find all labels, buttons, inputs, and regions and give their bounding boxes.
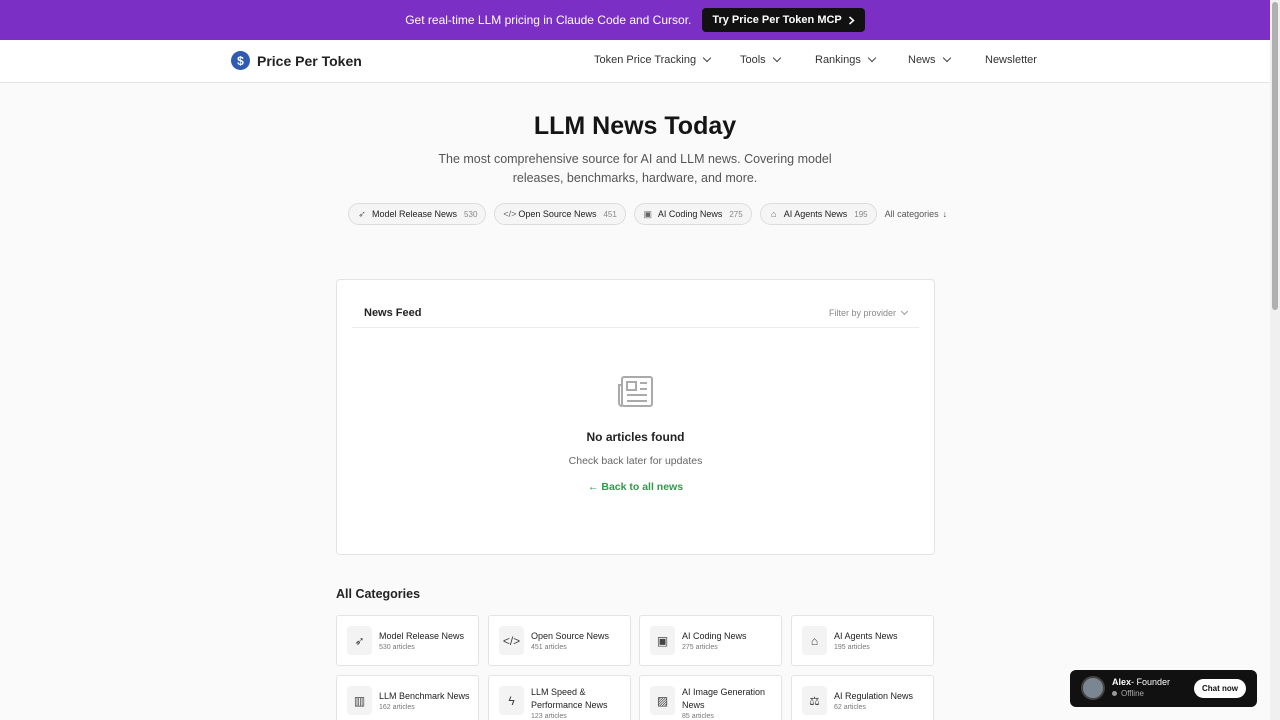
news-feed-header: News Feed Filter by provider <box>352 302 919 328</box>
pill-model-release-news[interactable]: ➶ Model Release News 530 <box>348 203 487 225</box>
all-categories-link[interactable]: All categories ↓ <box>885 209 948 219</box>
category-name: LLM Benchmark News <box>379 691 470 701</box>
pill-count: 275 <box>729 209 743 219</box>
nav-label: News <box>908 54 936 66</box>
code-icon: </> <box>499 626 524 655</box>
pill-ai-coding-news[interactable]: ▣ AI Coding News 275 <box>633 203 752 225</box>
chat-widget[interactable]: Alex- Founder Offline Chat now <box>1070 670 1257 707</box>
category-count: 85 articles <box>682 713 714 720</box>
chat-status: Offline <box>1112 689 1144 698</box>
category-count: 275 articles <box>682 644 718 651</box>
promo-banner: Get real-time LLM pricing in Claude Code… <box>0 0 1270 40</box>
category-count: 162 articles <box>379 704 415 711</box>
site-logo[interactable]: $ Price Per Token <box>231 51 362 70</box>
category-card-ai-image-generation-news[interactable]: ▨ AI Image Generation News 85 articles <box>639 675 782 720</box>
pill-label: Model Release News <box>372 209 458 219</box>
category-card-llm-speed-news[interactable]: ϟ LLM Speed & Performance News 123 artic… <box>488 675 631 720</box>
category-card-ai-agents-news[interactable]: ⌂ AI Agents News 195 articles <box>791 615 934 666</box>
rocket-icon: ➶ <box>347 626 372 655</box>
category-count: 123 articles <box>531 713 567 720</box>
site-header: $ Price Per Token Token Price Tracking T… <box>0 40 1270 83</box>
avatar <box>1081 676 1105 700</box>
nav-news[interactable]: News <box>908 53 951 66</box>
nav-label: Token Price Tracking <box>594 54 697 66</box>
category-card-open-source-news[interactable]: </> Open Source News 451 articles <box>488 615 631 666</box>
empty-state-title: No articles found <box>586 430 685 444</box>
pill-ai-agents-news[interactable]: ⌂ AI Agents News 195 <box>759 203 877 225</box>
bar-chart-icon: ▥ <box>347 686 372 715</box>
chat-now-button[interactable]: Chat now <box>1194 679 1246 698</box>
image-icon: ▨ <box>650 686 675 715</box>
chat-status-text: Offline <box>1121 689 1144 698</box>
filter-by-provider-dropdown[interactable]: Filter by provider <box>828 307 909 318</box>
banner-text: Get real-time LLM pricing in Claude Code… <box>405 13 692 27</box>
category-count: 530 articles <box>379 644 415 651</box>
scale-icon: ⚖ <box>802 686 827 715</box>
category-pills: ➶ Model Release News 530 </> Open Source… <box>348 203 947 225</box>
empty-state-subtitle: Check back later for updates <box>568 455 703 467</box>
nav-label: Rankings <box>815 54 861 66</box>
category-count: 195 articles <box>834 644 870 651</box>
page-scrollbar[interactable] <box>1270 0 1280 720</box>
news-feed-title: News Feed <box>364 307 422 319</box>
category-card-ai-regulation-news[interactable]: ⚖ AI Regulation News 62 articles <box>791 675 934 720</box>
newspaper-icon <box>618 376 653 407</box>
nav-token-price-tracking[interactable]: Token Price Tracking <box>594 53 712 66</box>
category-card-llm-benchmark-news[interactable]: ▥ LLM Benchmark News 162 articles <box>336 675 479 720</box>
page-title: LLM News Today <box>533 112 737 140</box>
category-card-model-release-news[interactable]: ➶ Model Release News 530 articles <box>336 615 479 666</box>
nav-rankings[interactable]: Rankings <box>815 53 877 66</box>
category-name: AI Image Generation News <box>682 687 766 710</box>
arrow-down-icon: ↓ <box>942 209 948 219</box>
pill-count: 195 <box>854 209 868 219</box>
back-to-all-news-link[interactable]: ← Back to all news <box>337 481 934 493</box>
pill-count: 451 <box>603 209 617 219</box>
all-categories-label: All categories <box>884 209 939 219</box>
pill-label: Open Source News <box>518 209 597 219</box>
filter-label: Filter by provider <box>828 308 896 318</box>
lightning-icon: ϟ <box>499 686 524 715</box>
try-mcp-button-label: Try Price Per Token MCP <box>712 14 842 26</box>
nav-tools[interactable]: Tools <box>740 53 781 66</box>
chevron-right-icon <box>848 15 855 25</box>
chevron-down-icon <box>702 53 712 63</box>
chevron-down-icon <box>772 53 781 63</box>
category-count: 62 articles <box>834 704 866 711</box>
terminal-icon: ▣ <box>643 208 653 219</box>
nav-label: Newsletter <box>985 54 1037 66</box>
chat-agent-name: Alex- Founder <box>1112 677 1170 687</box>
code-icon: </> <box>503 209 517 219</box>
chevron-down-icon <box>900 307 909 315</box>
dollar-logo-icon: $ <box>231 51 250 70</box>
category-name: Model Release News <box>379 631 465 641</box>
chat-role-text: - Founder <box>1131 677 1171 687</box>
pill-count: 530 <box>464 209 478 219</box>
try-mcp-button[interactable]: Try Price Per Token MCP <box>702 8 865 32</box>
chevron-down-icon <box>942 53 951 63</box>
scrollbar-thumb[interactable] <box>1272 2 1278 310</box>
chevron-down-icon <box>867 53 877 63</box>
pill-label: AI Coding News <box>657 209 723 219</box>
news-feed-card: News Feed Filter by provider No articles… <box>336 279 935 555</box>
pill-open-source-news[interactable]: </> Open Source News 451 <box>494 203 626 225</box>
rocket-icon: ➶ <box>358 208 366 219</box>
nav-label: Tools <box>740 54 766 66</box>
pill-label: AI Agents News <box>783 209 848 219</box>
nav-newsletter[interactable]: Newsletter <box>985 54 1037 66</box>
category-name: LLM Speed & Performance News <box>531 687 608 710</box>
category-name: Open Source News <box>531 631 610 641</box>
status-dot-icon <box>1112 691 1117 696</box>
all-categories-heading: All Categories <box>336 587 421 601</box>
tag-icon: ⌂ <box>770 209 777 219</box>
chat-name-text: Alex <box>1112 677 1132 687</box>
logo-text: Price Per Token <box>257 52 362 69</box>
category-count: 451 articles <box>531 644 567 651</box>
category-name: AI Coding News <box>682 631 747 641</box>
tag-icon: ⌂ <box>802 626 827 655</box>
category-card-ai-coding-news[interactable]: ▣ AI Coding News 275 articles <box>639 615 782 666</box>
category-name: AI Agents News <box>834 631 898 641</box>
terminal-icon: ▣ <box>650 626 675 655</box>
category-name: AI Regulation News <box>834 691 914 701</box>
page-subtitle: The most comprehensive source for AI and… <box>438 152 832 185</box>
